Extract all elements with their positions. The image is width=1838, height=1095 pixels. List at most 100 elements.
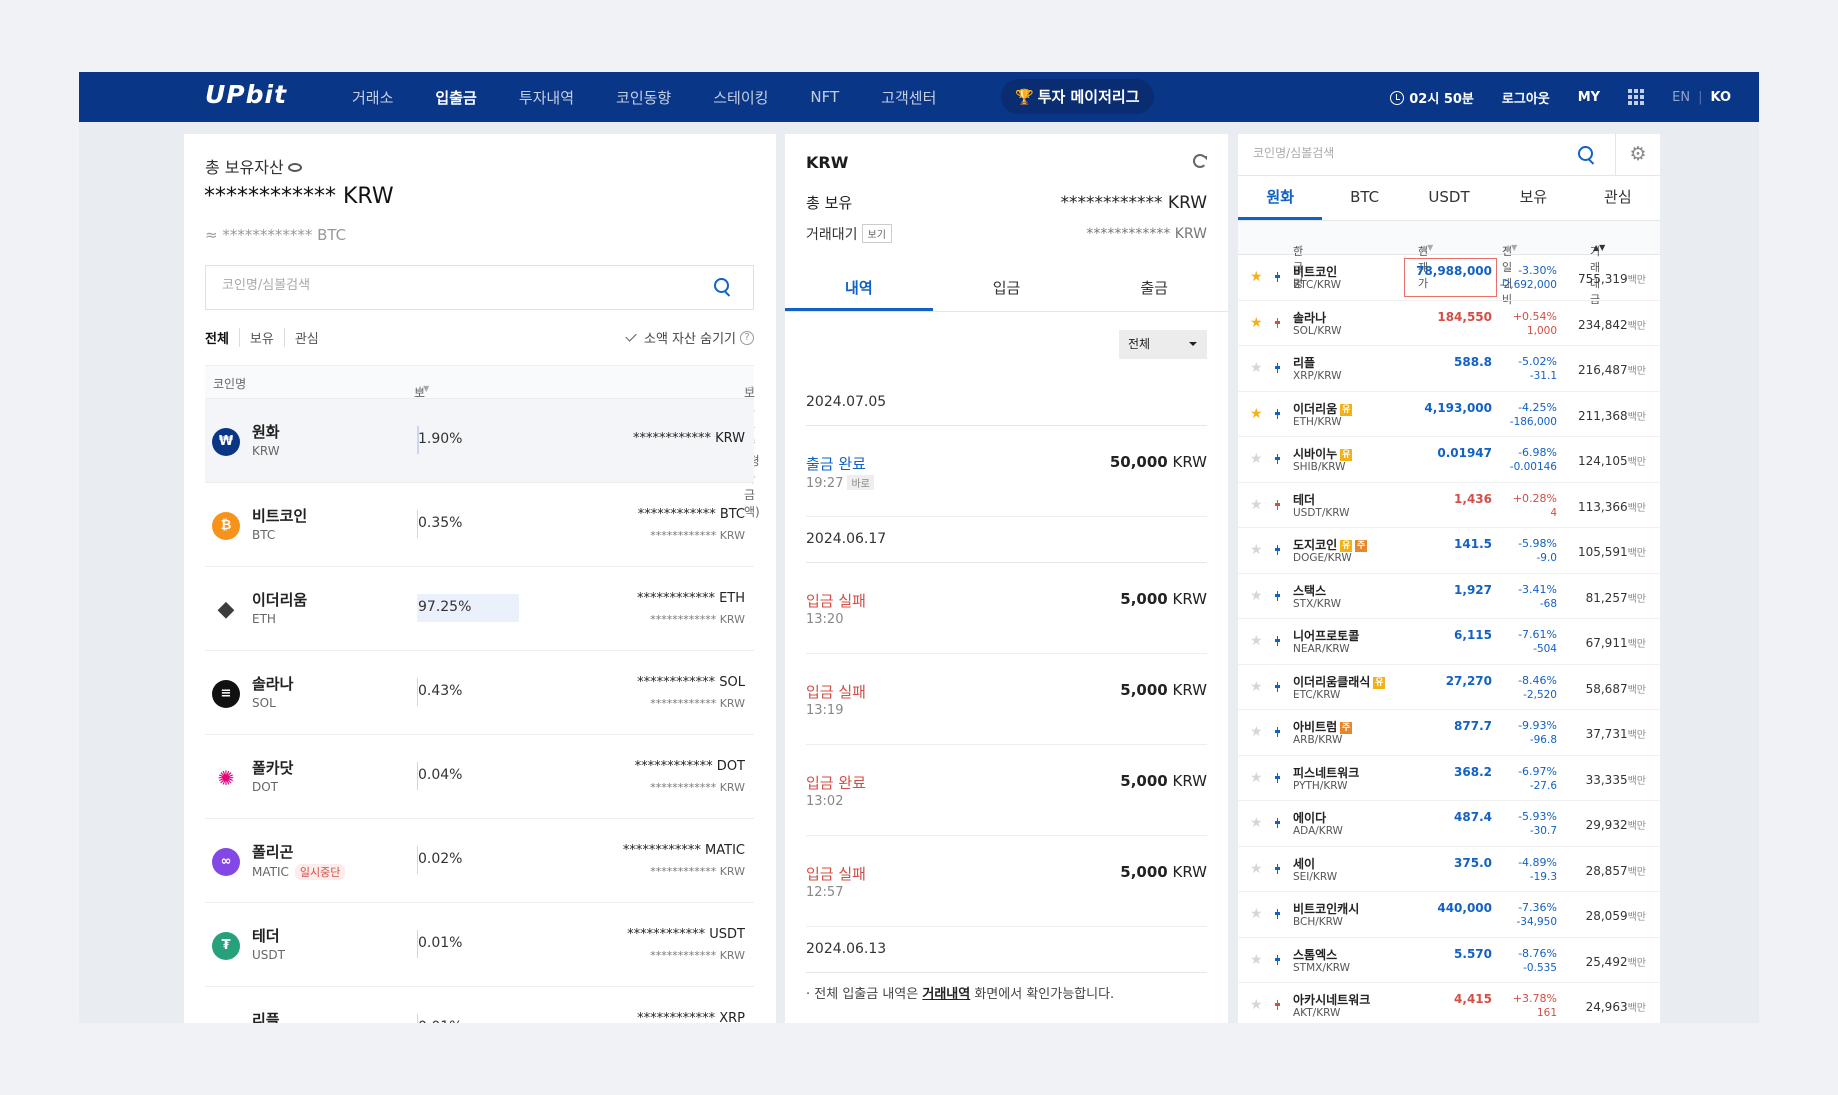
- asset-filter-0[interactable]: 전체: [205, 328, 239, 347]
- trade-history-link[interactable]: 거래내역: [922, 987, 970, 1002]
- market-row[interactable]: ★ 솔라나 SOL/KRW 184,550 +0.54% 1,000 234,842백만: [1238, 301, 1660, 346]
- krw-tab-1[interactable]: 입금: [933, 266, 1081, 311]
- star-icon[interactable]: ★: [1250, 861, 1263, 877]
- market-row[interactable]: ★ 도지코인 유 주 DOGE/KRW 141.5 -5.98% -9.0 105,591백만: [1238, 528, 1660, 574]
- star-icon[interactable]: ★: [1250, 406, 1263, 422]
- search-icon[interactable]: [714, 278, 732, 296]
- asset-row[interactable]: ₮ 테더 USDT 0.01% ************ USDT ***********…: [205, 903, 754, 987]
- promo-button[interactable]: 🏆 투자 메이저리그: [1001, 79, 1154, 114]
- transaction-row[interactable]: 입금 실패 13:19 5,000 KRW: [806, 654, 1207, 745]
- asset-row[interactable]: ∞ 폴리곤 MATIC 일시중단 0.02% ************ MATIC ****…: [205, 819, 754, 903]
- asset-row[interactable]: ✺ 폴카닷 DOT 0.04% ************ DOT ************…: [205, 735, 754, 819]
- market-row[interactable]: ★ 세이 SEI/KRW 375.0 -4.89% -19.3 28,857백만: [1238, 847, 1660, 892]
- asset-row[interactable]: ≡ 솔라나 SOL 0.43% ************ SOL ************…: [205, 651, 754, 735]
- asset-filter-2[interactable]: 관심: [283, 328, 329, 347]
- star-icon[interactable]: ★: [1250, 724, 1263, 740]
- market-row[interactable]: ★ 피스네트워크 PYTH/KRW 368.2 -6.97% -27.6 33,335백만: [1238, 756, 1660, 801]
- market-row[interactable]: ★ 비트코인 BTC/KRW 78,988,000 -3.30% -2,692,000 75…: [1238, 255, 1660, 301]
- market-tab-4[interactable]: 관심: [1576, 176, 1660, 220]
- market-search-input[interactable]: [1253, 146, 1553, 160]
- market-volume-value: 234,842: [1577, 317, 1628, 332]
- asset-row[interactable]: ₩ 원화 KRW 1.90% ************ KRW: [205, 399, 754, 483]
- market-row[interactable]: ★ 이더리움 유 ETH/KRW 4,193,000 -4.25% -186,000 211,…: [1238, 392, 1660, 437]
- candle-icon: [1274, 499, 1281, 510]
- star-icon[interactable]: ★: [1250, 588, 1263, 604]
- asset-row[interactable]: ✕리플XRP0.01%************ XRP: [205, 987, 754, 1023]
- star-icon[interactable]: ★: [1250, 815, 1263, 831]
- hide-small-assets-toggle[interactable]: 소액 자산 숨기기 ?: [625, 328, 754, 347]
- star-icon[interactable]: ★: [1250, 269, 1263, 285]
- market-row[interactable]: ★ 아비트럼 주 ARB/KRW 877.7 -9.93% -96.8 37,731백만: [1238, 710, 1660, 756]
- asset-row[interactable]: ₿ 비트코인 BTC 0.35% ************ BTC ***********…: [205, 483, 754, 567]
- market-row[interactable]: ★ 비트코인캐시 BCH/KRW 440,000 -7.36% -34,950 28,059…: [1238, 892, 1660, 938]
- apps-grid-icon[interactable]: [1628, 89, 1645, 105]
- market-price: 4,415: [1454, 992, 1492, 1006]
- star-icon[interactable]: ★: [1250, 542, 1263, 558]
- star-icon[interactable]: ★: [1250, 952, 1263, 968]
- star-icon[interactable]: ★: [1250, 679, 1263, 695]
- star-icon[interactable]: ★: [1250, 451, 1263, 467]
- star-icon[interactable]: ★: [1250, 997, 1263, 1013]
- market-volume: 37,731백만: [1586, 726, 1646, 741]
- eye-hidden-icon[interactable]: [287, 163, 302, 172]
- nav-item-3[interactable]: 코인동향: [616, 87, 671, 108]
- nav-item-4[interactable]: 스테이킹: [713, 87, 768, 108]
- lang-ko-button[interactable]: KO: [1710, 90, 1731, 105]
- market-row[interactable]: ★ 이더리움클래식 유 ETC/KRW 27,270 -8.46% -2,520 58,687…: [1238, 665, 1660, 710]
- swap-icon: ⇄: [1296, 243, 1303, 252]
- logout-button[interactable]: 로그아웃: [1502, 88, 1550, 107]
- lang-en-button[interactable]: EN: [1672, 90, 1690, 105]
- nav-item-1[interactable]: 입출금: [435, 87, 476, 108]
- market-price: 6,115: [1454, 628, 1492, 642]
- asset-symbol-text: DOT: [252, 780, 279, 794]
- market-row[interactable]: ★ 테더 USDT/KRW 1,436 +0.28% 4 113,366백만: [1238, 483, 1660, 528]
- market-row[interactable]: ★ 니어프로토콜 NEAR/KRW 6,115 -7.61% -504 67,911백만: [1238, 619, 1660, 665]
- history-filter-select[interactable]: 전체: [1119, 330, 1207, 359]
- nav-item-2[interactable]: 투자내역: [519, 87, 574, 108]
- krw-tab-0[interactable]: 내역: [785, 266, 933, 311]
- nav-item-6[interactable]: 고객센터: [881, 87, 936, 108]
- market-row[interactable]: ★ 아카시네트워크 AKT/KRW 4,415 +3.78% 161 24,963백만: [1238, 983, 1660, 1023]
- help-icon[interactable]: ?: [740, 330, 754, 345]
- star-icon[interactable]: ★: [1250, 906, 1263, 922]
- gear-icon[interactable]: ⚙: [1615, 134, 1660, 176]
- caution-badge-icon: 유: [1340, 403, 1353, 416]
- star-icon[interactable]: ★: [1250, 770, 1263, 786]
- market-tab-1[interactable]: BTC: [1322, 176, 1406, 220]
- transaction-row[interactable]: 입금 실패 12:57 5,000 KRW: [806, 836, 1207, 927]
- market-change-amount: -68: [1539, 597, 1557, 610]
- asset-search-input[interactable]: [222, 278, 702, 293]
- market-row[interactable]: ★ 시바이누 유 SHIB/KRW 0.01947 -6.98% -0.00146 124,1…: [1238, 437, 1660, 483]
- star-icon[interactable]: ★: [1250, 360, 1263, 376]
- candle-icon: [1274, 272, 1281, 282]
- star-icon[interactable]: ★: [1250, 497, 1263, 513]
- search-icon[interactable]: [1578, 146, 1596, 164]
- market-row[interactable]: ★ 에이다 ADA/KRW 487.4 -5.93% -30.7 29,932백만: [1238, 801, 1660, 847]
- asset-row[interactable]: ◆ 이더리움 ETH 97.25% ************ ETH **********…: [205, 567, 754, 651]
- market-tab-2[interactable]: USDT: [1407, 176, 1491, 220]
- krw-tab-2[interactable]: 출금: [1080, 266, 1228, 311]
- total-assets-label: 총 보유자산: [205, 158, 284, 177]
- market-price: 487.4: [1454, 810, 1492, 824]
- market-row[interactable]: ★ 스톰엑스 STMX/KRW 5.570 -8.76% -0.535 25,492백만: [1238, 938, 1660, 983]
- transaction-row[interactable]: 출금 완료 19:27 바로 50,000 KRW: [806, 426, 1207, 517]
- upbit-logo[interactable]: UPbit: [205, 80, 287, 109]
- view-pending-button[interactable]: 보기: [861, 224, 892, 243]
- nav-item-0[interactable]: 거래소: [352, 87, 393, 108]
- market-row[interactable]: ★ 스택스 STX/KRW 1,927 -3.41% -68 81,257백만: [1238, 574, 1660, 619]
- refresh-icon[interactable]: [1193, 154, 1207, 168]
- transaction-row[interactable]: 입금 완료 13:02 5,000 KRW: [806, 745, 1207, 836]
- market-tab-0[interactable]: 원화: [1238, 176, 1323, 220]
- market-tab-3[interactable]: 보유: [1491, 176, 1575, 220]
- col-coin-name[interactable]: 코인명: [213, 375, 246, 392]
- market-row[interactable]: ★ 리플 XRP/KRW 588.8 -5.02% -31.1 216,487백만: [1238, 346, 1660, 392]
- nav-item-5[interactable]: NFT: [810, 88, 839, 106]
- asset-filter-1[interactable]: 보유: [238, 328, 284, 347]
- market-change-amount: -2,520: [1523, 688, 1557, 701]
- my-button[interactable]: MY: [1578, 90, 1600, 105]
- market-price: 4,193,000: [1424, 400, 1492, 415]
- session-timer[interactable]: 02시 50분: [1390, 88, 1474, 107]
- star-icon[interactable]: ★: [1250, 315, 1263, 331]
- star-icon[interactable]: ★: [1250, 633, 1263, 649]
- transaction-row[interactable]: 입금 실패 13:20 5,000 KRW: [806, 563, 1207, 654]
